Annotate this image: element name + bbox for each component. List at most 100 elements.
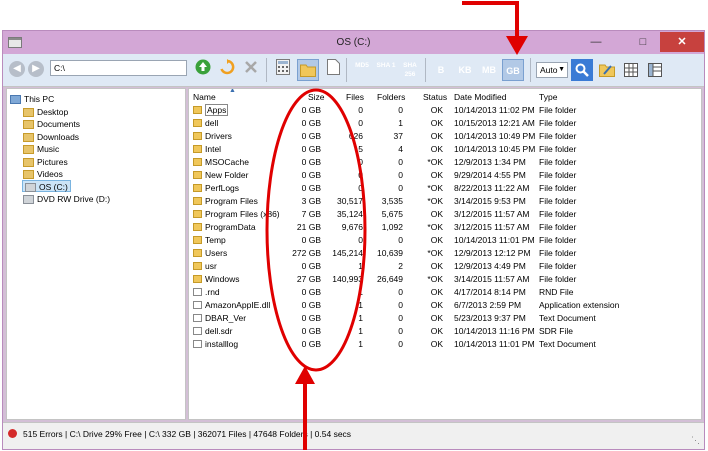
cell-type: File folder	[539, 235, 577, 245]
cell-size: 0 GB	[301, 131, 321, 141]
table-row[interactable]: DBAR_Ver 0 GB 1 0 OK 5/23/2013 9:37 PM Text Do…	[189, 312, 701, 325]
table-row[interactable]: New Folder 0 GB 0 0 OK 9/29/2014 4:55 PM File …	[189, 169, 701, 182]
cell-folders: 37	[393, 131, 403, 141]
stop-icon	[245, 61, 257, 73]
tree-item-documents[interactable]: Documents	[23, 118, 80, 130]
cell-date-modified: 12/9/2013 12:12 PM	[454, 248, 531, 258]
cell-date-modified: 12/9/2013 1:34 PM	[454, 157, 526, 167]
cell-status: OK	[430, 118, 443, 128]
table-row[interactable]: Apps 0 GB 0 0 OK 10/14/2013 11:02 PM File fold…	[189, 104, 701, 117]
refresh-icon	[220, 59, 235, 75]
table-row[interactable]: dell 0 GB 0 1 OK 10/15/2013 12:21 AM File fold…	[189, 117, 701, 130]
unit-gb-button[interactable]: GB	[502, 59, 524, 81]
sha1-button[interactable]: SHA 1	[375, 59, 397, 81]
tree-item-dvd-drive[interactable]: DVD RW Drive (D:)	[23, 193, 110, 205]
cell-files: 1	[358, 339, 363, 349]
table-row[interactable]: MSOCache 0 GB 0 0 *OK 12/9/2013 1:34 PM File f…	[189, 156, 701, 169]
folder-icon	[23, 158, 34, 168]
table-row[interactable]: Temp 0 GB 0 0 OK 10/14/2013 11:01 PM File fold…	[189, 234, 701, 247]
cell-files: 1	[358, 287, 363, 297]
table-row[interactable]: Program Files 3 GB 30,517 3,535 *OK 3/14/2015…	[189, 195, 701, 208]
unit-b-button[interactable]: B	[430, 59, 452, 81]
cell-folders: 0	[398, 339, 403, 349]
cell-files: 0	[358, 118, 363, 128]
cell-type: Text Document	[539, 313, 596, 323]
column-header-size[interactable]: Size	[308, 92, 325, 102]
cell-size: 0 GB	[301, 313, 321, 323]
column-header-name[interactable]: Name	[193, 92, 216, 102]
search-button[interactable]	[571, 59, 593, 81]
folder-icon	[193, 106, 202, 114]
resize-grip-icon[interactable]: ⋱	[691, 435, 700, 446]
cell-size: 0 GB	[301, 287, 321, 297]
table-row[interactable]: Drivers 0 GB 626 37 OK 10/14/2013 10:49 PM Fil…	[189, 130, 701, 143]
table-row[interactable]: ProgramData 21 GB 9,676 1,092 *OK 3/12/2015 1…	[189, 221, 701, 234]
grid-view-button[interactable]	[620, 59, 642, 81]
unit-mb-button[interactable]: MB	[478, 59, 500, 81]
table-row[interactable]: PerfLogs 0 GB 0 0 *OK 8/22/2013 11:22 AM File …	[189, 182, 701, 195]
tree-item-pictures[interactable]: Pictures	[23, 156, 68, 168]
cell-status: OK	[430, 105, 443, 115]
title-bar[interactable]: OS (C:) — □ ✕	[3, 31, 704, 54]
table-row[interactable]: installlog 0 GB 1 0 OK 10/14/2013 11:01 PM Tex…	[189, 338, 701, 351]
cell-folders: 1,092	[381, 222, 403, 232]
folder-icon	[193, 210, 202, 218]
cell-files: 140,993	[332, 274, 363, 284]
layout-button[interactable]	[644, 59, 666, 81]
column-header-date-modified[interactable]: Date Modified	[454, 92, 506, 102]
table-row[interactable]: .rnd 0 GB 1 0 OK 4/17/2014 8:14 PM RND File	[189, 286, 701, 299]
unit-mode-select[interactable]: Auto ▼	[536, 62, 568, 78]
go-button[interactable]	[192, 59, 214, 81]
tree-item-downloads[interactable]: Downloads	[23, 131, 79, 143]
folder-view-button[interactable]	[297, 59, 319, 81]
unit-kb-button[interactable]: KB	[454, 59, 476, 81]
table-row[interactable]: Windows 27 GB 140,993 26,649 *OK 3/14/2015 11…	[189, 273, 701, 286]
md5-button[interactable]: MD5	[351, 59, 373, 81]
cell-date-modified: 10/14/2013 10:45 PM	[454, 144, 536, 154]
folder-tree: This PC Desktop Documents Downloads Musi…	[6, 88, 186, 420]
row-name-text: installlog	[205, 339, 239, 349]
sha256-button[interactable]: SHA 256	[399, 59, 421, 81]
cell-size: 272 GB	[292, 248, 321, 258]
cell-files: 0	[358, 105, 363, 115]
column-header-files[interactable]: Files	[346, 92, 364, 102]
stop-button[interactable]	[240, 59, 262, 81]
column-header-status[interactable]: Status	[423, 92, 447, 102]
tree-item-this-pc[interactable]: This PC	[10, 93, 54, 105]
folder-icon	[193, 184, 202, 192]
path-input[interactable]	[50, 60, 187, 76]
table-row[interactable]: usr 0 GB 1 2 OK 12/9/2013 4:49 PM File folder	[189, 260, 701, 273]
table-row[interactable]: Users 272 GB 145,214 10,639 *OK 12/9/2013 12:…	[189, 247, 701, 260]
forward-button[interactable]: ▶	[28, 61, 44, 77]
row-name-text: Program Files	[205, 196, 258, 206]
folder-icon	[193, 249, 202, 257]
column-header-folders[interactable]: Folders	[377, 92, 405, 102]
tree-item-os-c[interactable]: OS (C:)	[22, 180, 71, 193]
cell-date-modified: 10/15/2013 12:21 AM	[454, 118, 535, 128]
minimize-button[interactable]: —	[581, 32, 611, 52]
column-header-type[interactable]: Type	[539, 92, 557, 102]
back-button[interactable]: ◀	[9, 61, 25, 77]
cell-status: *OK	[427, 274, 443, 284]
folder-icon	[23, 120, 34, 130]
cell-type: File folder	[539, 131, 577, 141]
file-view-button[interactable]	[322, 59, 344, 81]
cell-folders: 0	[398, 157, 403, 167]
tree-item-desktop[interactable]: Desktop	[23, 106, 68, 118]
maximize-button[interactable]: □	[628, 32, 658, 52]
table-row[interactable]: Program Files (x86) 7 GB 35,124 5,675 OK 3/12…	[189, 208, 701, 221]
cell-status: *OK	[427, 196, 443, 206]
table-row[interactable]: AmazonAppIE.dll 0 GB 1 0 OK 6/7/2013 2:59 PM A…	[189, 299, 701, 312]
tree-item-videos[interactable]: Videos	[23, 168, 63, 180]
file-icon	[193, 288, 202, 296]
folder-icon	[193, 262, 202, 270]
refresh-button[interactable]	[216, 59, 238, 81]
close-button[interactable]: ✕	[660, 32, 704, 52]
tree-item-music[interactable]: Music	[23, 143, 59, 155]
cell-files: 0	[358, 170, 363, 180]
calculator-button[interactable]	[272, 59, 294, 81]
folder-pen-button[interactable]	[596, 59, 618, 81]
table-row[interactable]: Intel 0 GB 5 4 OK 10/14/2013 10:45 PM File fol…	[189, 143, 701, 156]
cell-files: 1	[358, 313, 363, 323]
table-row[interactable]: dell.sdr 0 GB 1 0 OK 10/14/2013 11:16 PM SDR F…	[189, 325, 701, 338]
